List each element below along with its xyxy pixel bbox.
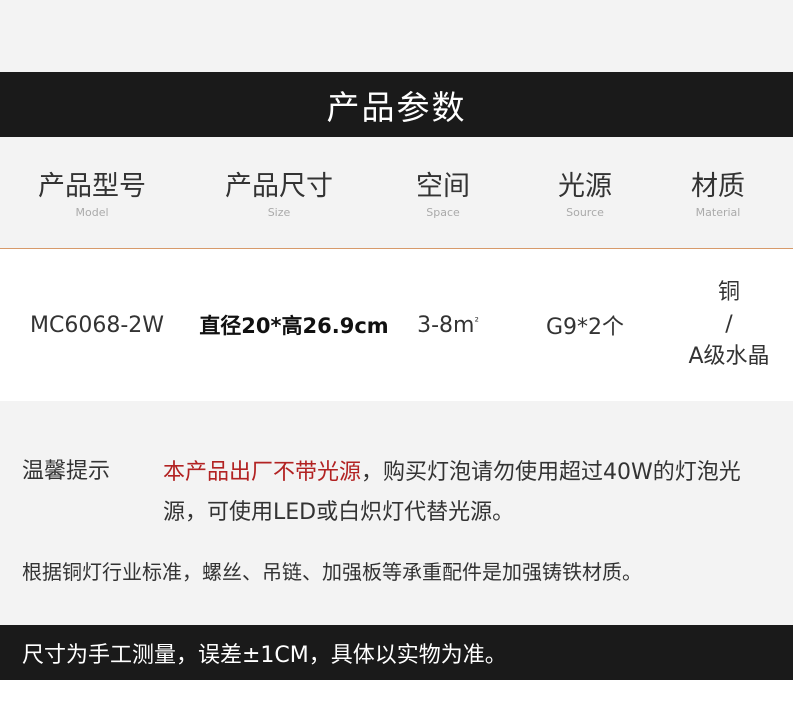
header-material: 材质 Material bbox=[691, 171, 745, 219]
notice-panel: 温馨提示 本产品出厂不带光源，购买灯泡请勿使用超过40W的灯泡光源，可使用LED… bbox=[0, 401, 793, 625]
bottom-spacer bbox=[0, 680, 793, 706]
value-size: 直径20*高26.9cm bbox=[199, 314, 389, 338]
header-model: 产品型号 Model bbox=[38, 171, 146, 219]
standard-note: 根据铜灯行业标准，螺丝、吊链、加强板等承重配件是加强铸铁材质。 bbox=[22, 560, 642, 584]
value-source: G9*2个 bbox=[545, 315, 625, 340]
top-spacer bbox=[0, 0, 793, 72]
spec-value-row: MC6068-2W 直径20*高26.9cm 3-8m ² G9*2个 铜 / A… bbox=[0, 249, 793, 401]
footer-text: 尺寸为手工测量，误差±1CM，具体以实物为准。 bbox=[22, 642, 507, 668]
value-model: MC6068-2W bbox=[29, 312, 165, 338]
notice-text: 本产品出厂不带光源，购买灯泡请勿使用超过40W的灯泡光源，可使用LED或白炽灯代… bbox=[163, 453, 778, 533]
notice-highlight: 本产品出厂不带光源 bbox=[163, 460, 362, 485]
header-space: 空间 Space bbox=[416, 171, 470, 219]
value-space: 3-8m ² bbox=[417, 312, 479, 338]
header-size: 产品尺寸 Size bbox=[225, 171, 333, 219]
header-source: 光源 Source bbox=[558, 171, 612, 219]
value-material: 铜 / A级水晶 bbox=[688, 280, 770, 369]
footer-bar: 尺寸为手工测量，误差±1CM，具体以实物为准。 bbox=[0, 625, 793, 680]
section-title: 产品参数 bbox=[326, 87, 467, 127]
section-title-bar: 产品参数 bbox=[0, 72, 793, 137]
spec-header-row: 产品型号 Model 产品尺寸 Size 空间 Space 光源 Source … bbox=[0, 137, 793, 249]
notice-label: 温馨提示 bbox=[22, 459, 111, 484]
